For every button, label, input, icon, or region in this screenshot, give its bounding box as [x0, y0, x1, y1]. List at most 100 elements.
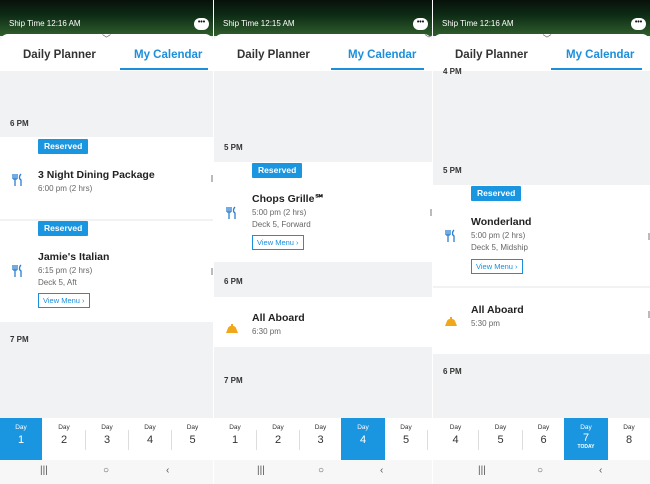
- screen-day-1: Ship Time 12:16 AM ••• ﹀ Daily Planner M…: [0, 0, 213, 484]
- day-tab[interactable]: Day 4: [129, 418, 171, 460]
- event-title: Chops Grille℠: [252, 193, 326, 205]
- view-menu-button[interactable]: View Menu ›: [252, 235, 304, 250]
- event-location: Deck 5, Midship: [471, 243, 528, 252]
- back-chevron-icon[interactable]: ‹: [599, 465, 602, 476]
- ship-time: Ship Time 12:16 AM: [442, 19, 514, 28]
- chat-bubble-icon[interactable]: •••: [631, 18, 646, 30]
- tab-header: ﹀ Daily Planner My Calendar: [0, 34, 213, 71]
- home-circle-icon[interactable]: ○: [537, 465, 543, 476]
- reserved-badge: Reserved: [38, 139, 89, 154]
- event-title: All Aboard: [471, 304, 524, 316]
- back-chevron-icon[interactable]: ‹: [166, 465, 169, 476]
- home-circle-icon[interactable]: ○: [318, 465, 324, 476]
- event-card[interactable]: Reserved Wonderland 5:00 pm (2 hrs) Deck…: [433, 185, 650, 286]
- day-tab[interactable]: Day 3: [300, 418, 341, 460]
- day-tab[interactable]: Day 3: [86, 418, 128, 460]
- fork-knife-icon: [226, 206, 236, 219]
- recent-apps-icon[interactable]: |||: [478, 465, 486, 476]
- tab-daily-planner[interactable]: Daily Planner: [23, 49, 96, 61]
- event-title: All Aboard: [252, 312, 305, 324]
- tab-header: ﹀ Daily Planner My Calendar: [433, 34, 650, 71]
- event-card[interactable]: Reserved Jamie's Italian 6:15 pm (2 hrs)…: [0, 221, 213, 322]
- recent-apps-icon[interactable]: |||: [40, 465, 48, 476]
- day-tab[interactable]: Day 5: [385, 418, 427, 460]
- scroll-edge: [211, 268, 213, 275]
- day-tab[interactable]: Day 2: [43, 418, 85, 460]
- day-tab[interactable]: Day 4: [341, 418, 385, 460]
- chevron-down-icon[interactable]: ﹀: [541, 35, 553, 44]
- event-time: 5:00 pm (2 hrs): [252, 208, 307, 217]
- tab-my-calendar[interactable]: My Calendar: [566, 49, 634, 61]
- android-nav-bar: ||| ○ ‹: [214, 460, 432, 484]
- day-tab[interactable]: Day 5: [479, 418, 522, 460]
- today-label: TODAY: [577, 444, 595, 450]
- time-label: 7 PM: [224, 376, 243, 385]
- event-card[interactable]: All Aboard 6:30 pm: [214, 297, 432, 347]
- ship-bell-icon: [226, 324, 238, 333]
- reserved-badge: Reserved: [471, 186, 522, 201]
- fork-knife-icon: [12, 264, 22, 277]
- active-tab-indicator: [120, 68, 208, 70]
- event-time: 6:00 pm (2 hrs): [38, 184, 93, 193]
- event-title: Jamie's Italian: [38, 251, 110, 263]
- recent-apps-icon[interactable]: |||: [257, 465, 265, 476]
- time-label: 5 PM: [443, 166, 462, 175]
- fork-knife-icon: [12, 173, 22, 186]
- day-tab[interactable]: Day 7 TODAY: [564, 418, 608, 460]
- android-nav-bar: ||| ○ ‹: [0, 460, 213, 484]
- home-circle-icon[interactable]: ○: [103, 465, 109, 476]
- day-selector: Day 1 Day 2 Day 3 Day 4 Day 5: [0, 418, 213, 460]
- event-location: Deck 5, Aft: [38, 278, 77, 287]
- day-tab[interactable]: Day 5: [172, 418, 213, 460]
- fork-knife-icon: [445, 229, 455, 242]
- event-location: Deck 5, Forward: [252, 220, 311, 229]
- event-card[interactable]: All Aboard 5:30 pm: [433, 288, 650, 354]
- reserved-badge: Reserved: [38, 221, 89, 236]
- day-tab[interactable]: Day 1: [0, 418, 42, 460]
- day-tab[interactable]: Day 2: [257, 418, 299, 460]
- status-bar: Ship Time 12:15 AM •••: [214, 0, 432, 36]
- status-bar: Ship Time 12:16 AM •••: [433, 0, 650, 36]
- event-time: 6:15 pm (2 hrs): [38, 266, 93, 275]
- event-title: 3 Night Dining Package: [38, 169, 155, 181]
- tab-daily-planner[interactable]: Daily Planner: [237, 49, 310, 61]
- time-label: 5 PM: [224, 143, 243, 152]
- event-card[interactable]: Reserved 3 Night Dining Package 6:00 pm …: [0, 137, 213, 219]
- tab-header: ﹀ Daily Planner My Calendar: [214, 34, 432, 71]
- time-label: 6 PM: [10, 119, 29, 128]
- chat-bubble-icon[interactable]: •••: [413, 18, 428, 30]
- status-bar: Ship Time 12:16 AM •••: [0, 0, 213, 36]
- back-chevron-icon[interactable]: ‹: [380, 465, 383, 476]
- ship-time: Ship Time 12:16 AM: [9, 19, 81, 28]
- chevron-down-icon[interactable]: ﹀: [423, 35, 432, 44]
- chat-bubble-icon[interactable]: •••: [194, 18, 209, 30]
- view-menu-button[interactable]: View Menu ›: [38, 293, 90, 308]
- day-tab[interactable]: Day 1: [214, 418, 256, 460]
- tab-daily-planner[interactable]: Daily Planner: [455, 49, 528, 61]
- day-tab[interactable]: Day 6: [523, 418, 564, 460]
- time-label: 6 PM: [224, 277, 243, 286]
- screen-day-7: Ship Time 12:16 AM ••• ﹀ Daily Planner M…: [433, 0, 650, 484]
- day-tab[interactable]: Day 8: [608, 418, 650, 460]
- scroll-edge: [211, 175, 213, 182]
- day-selector: Day 4 Day 5 Day 6 Day 7 TODAY Day 8: [433, 418, 650, 460]
- divider: [427, 430, 428, 450]
- event-time: 5:30 pm: [471, 319, 500, 328]
- view-menu-button[interactable]: View Menu ›: [471, 259, 523, 274]
- tab-my-calendar[interactable]: My Calendar: [134, 49, 202, 61]
- active-tab-indicator: [331, 68, 424, 70]
- event-card[interactable]: Reserved Chops Grille℠ 5:00 pm (2 hrs) D…: [214, 162, 432, 262]
- chevron-down-icon[interactable]: ﹀: [101, 35, 113, 44]
- time-label: 6 PM: [443, 367, 462, 376]
- event-time: 6:30 pm: [252, 327, 281, 336]
- reserved-badge: Reserved: [252, 163, 303, 178]
- day-tab[interactable]: Day 4: [433, 418, 478, 460]
- event-time: 5:00 pm (2 hrs): [471, 231, 526, 240]
- scroll-edge: [430, 209, 432, 216]
- time-label: 4 PM: [443, 67, 462, 76]
- tab-my-calendar[interactable]: My Calendar: [348, 49, 416, 61]
- active-tab-indicator: [551, 68, 642, 70]
- time-label: 7 PM: [10, 335, 29, 344]
- screen-day-4: Ship Time 12:15 AM ••• ﹀ Daily Planner M…: [214, 0, 432, 484]
- ship-bell-icon: [445, 317, 457, 326]
